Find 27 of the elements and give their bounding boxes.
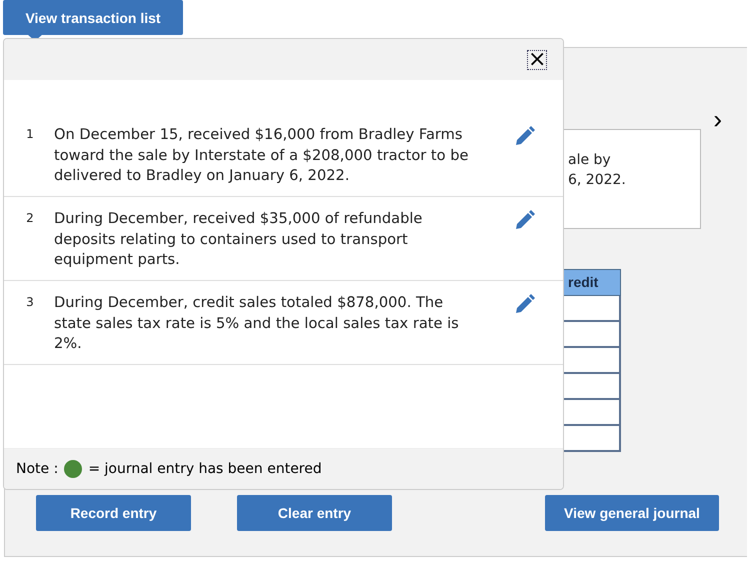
table-cell[interactable] (561, 348, 621, 374)
description-text: 6, 2022. (568, 171, 627, 190)
table-cell[interactable] (561, 374, 621, 400)
column-header: redit (561, 269, 621, 296)
action-button[interactable]: View general journal (545, 495, 719, 531)
table-cell[interactable] (561, 400, 621, 426)
entered-dot-icon (64, 460, 82, 478)
table-cell[interactable] (561, 322, 621, 348)
pencil-icon[interactable] (514, 125, 536, 147)
pencil-icon[interactable] (514, 209, 536, 231)
action-button[interactable]: Clear entry (237, 495, 392, 531)
close-button[interactable]: × (527, 50, 547, 70)
note-label: Note : (16, 461, 58, 477)
table-cell[interactable] (561, 296, 621, 322)
transaction-text: During December, received $35,000 of refundable deposits relating to containers used to transport equipment parts. (54, 209, 424, 270)
transaction-number: 1 (25, 126, 35, 143)
pencil-icon[interactable] (514, 293, 536, 315)
action-button[interactable]: Record entry (36, 495, 191, 531)
transaction-text: On December 15, received $16,000 from Bradley Farms toward the sale by Interstate of a $208,000 tractor to be delivered to Bradley on January 6, 2022. (54, 125, 470, 186)
transaction-number: 2 (25, 210, 35, 227)
table-cell[interactable] (561, 426, 621, 452)
description-text: ale by (568, 151, 612, 170)
next-button[interactable]: › (713, 106, 722, 132)
transaction-number: 3 (25, 294, 35, 311)
note-text: = journal entry has been entered (88, 461, 322, 477)
view-transaction-list-button[interactable]: View transaction list (3, 0, 183, 35)
transaction-text: During December, credit sales totaled $878,000. The state sales tax rate is 5% and the local sales tax rate is 2%. (54, 293, 460, 354)
